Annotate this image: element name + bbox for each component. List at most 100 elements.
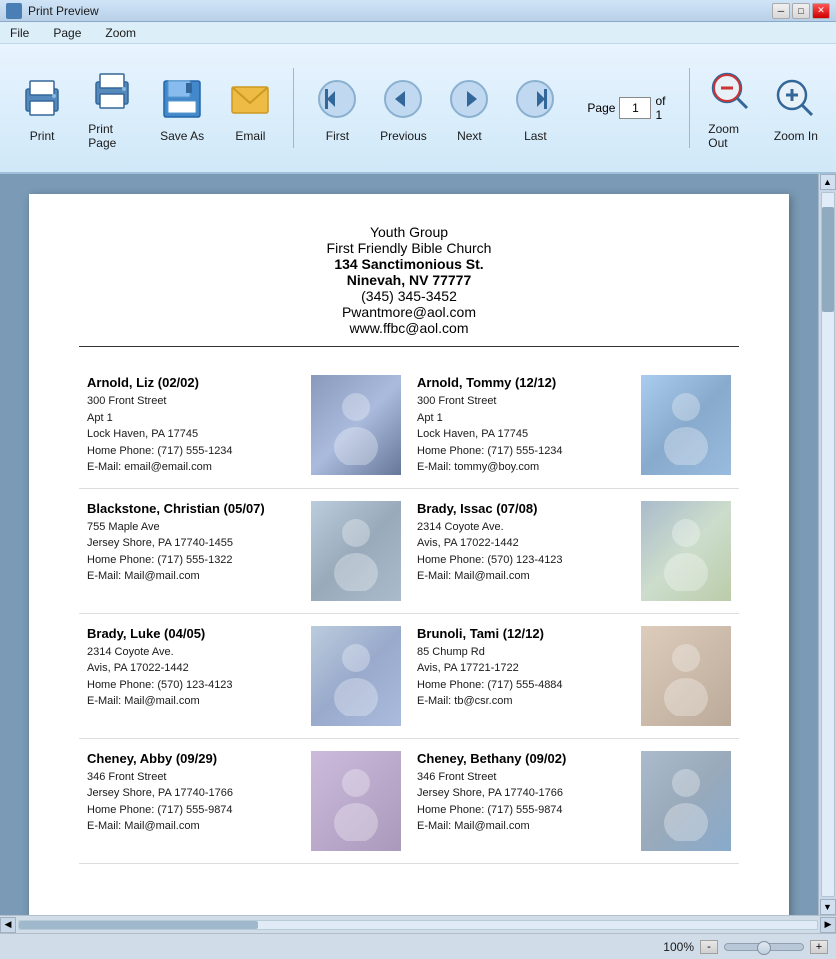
contact-name: Cheney, Abby (09/29) (87, 751, 301, 766)
menu-page[interactable]: Page (49, 24, 85, 42)
previous-label: Previous (380, 129, 427, 143)
status-bar: 100% - + (0, 933, 836, 959)
scroll-left-button[interactable]: ◀ (0, 917, 16, 933)
contact-info: Cheney, Bethany (09/02) 346 Front Street … (417, 751, 631, 851)
page-label: Page (587, 101, 615, 115)
contact-info: Arnold, Liz (02/02)300 Front Street Apt … (87, 375, 301, 476)
menu-bar: File Page Zoom (0, 22, 836, 44)
contact-name: Cheney, Bethany (09/02) (417, 751, 631, 766)
zoom-slider-thumb[interactable] (757, 941, 771, 955)
zoom-level: 100% (663, 940, 694, 954)
window-controls[interactable]: ─ □ ✕ (772, 3, 830, 19)
preview-page: Youth Group First Friendly Bible Church … (29, 194, 789, 915)
org-address: 134 Sanctimonious St. (79, 256, 739, 272)
contact-detail: 2314 Coyote Ave. Avis, PA 17022-1442 Hom… (87, 644, 301, 710)
close-button[interactable]: ✕ (812, 3, 830, 19)
contact-photo (641, 501, 731, 601)
menu-zoom[interactable]: Zoom (101, 24, 140, 42)
print-page-icon (86, 66, 138, 118)
contact-entry: Brady, Issac (07/08) 2314 Coyote Ave. Avi… (409, 489, 739, 614)
print-icon (16, 73, 68, 125)
main-area: Youth Group First Friendly Bible Church … (0, 174, 836, 915)
scroll-track[interactable] (821, 192, 835, 897)
vertical-scrollbar[interactable]: ▲ ▼ (818, 174, 836, 915)
zoom-minus-button[interactable]: - (700, 940, 718, 954)
email-button[interactable]: Email (220, 69, 280, 147)
contact-name: Blackstone, Christian (05/07) (87, 501, 301, 516)
zoom-out-label: Zoom Out (708, 122, 753, 150)
last-button[interactable]: Last (503, 69, 567, 147)
scroll-down-button[interactable]: ▼ (820, 899, 836, 915)
content-scroll[interactable]: Youth Group First Friendly Bible Church … (0, 174, 818, 915)
print-page-label: Print Page (88, 122, 136, 150)
contact-name: Arnold, Tommy (12/12) (417, 375, 631, 390)
contact-entry: Arnold, Tommy (12/12) 300 Front Street Ap… (409, 363, 739, 489)
print-button[interactable]: Print (12, 69, 72, 147)
page-total: of 1 (655, 94, 665, 122)
scroll-up-button[interactable]: ▲ (820, 174, 836, 190)
zoom-in-label: Zoom In (774, 129, 818, 143)
contact-detail: 2314 Coyote Ave. Avis, PA 17022-1442 Hom… (417, 519, 631, 585)
toolbar-separator-2 (689, 68, 690, 148)
contact-detail: 346 Front Street Jersey Shore, PA 17740-… (417, 769, 631, 835)
save-as-button[interactable]: Save As (152, 69, 212, 147)
first-icon (311, 73, 363, 125)
zoom-in-button[interactable]: Zoom In (768, 69, 824, 147)
contact-detail: 85 Chump Rd Avis, PA 17721-1722 Home Pho… (417, 644, 631, 710)
next-button[interactable]: Next (437, 69, 501, 147)
contact-info: Brunoli, Tami (12/12)85 Chump Rd Avis, P… (417, 626, 631, 726)
previous-icon (377, 73, 429, 125)
contact-photo (311, 375, 401, 475)
app-icon (6, 3, 22, 19)
horizontal-scrollbar[interactable]: ◀ ▶ (0, 915, 836, 933)
contact-photo (641, 751, 731, 851)
menu-file[interactable]: File (6, 24, 33, 42)
email-icon (224, 73, 276, 125)
print-page-button[interactable]: Print Page (80, 62, 144, 154)
org-website: www.ffbc@aol.com (79, 320, 739, 336)
contact-photo (641, 375, 731, 475)
scroll-thumb[interactable] (822, 207, 834, 312)
zoom-in-icon (770, 73, 822, 125)
contact-info: Arnold, Tommy (12/12) 300 Front Street Ap… (417, 375, 631, 476)
contact-info: Brady, Issac (07/08) 2314 Coyote Ave. Avi… (417, 501, 631, 601)
print-label: Print (30, 129, 55, 143)
last-label: Last (524, 129, 547, 143)
org-email: Pwantmore@aol.com (79, 304, 739, 320)
contacts-grid: Arnold, Liz (02/02) 300 Front Street Apt … (79, 363, 739, 864)
toolbar: Print Print Page Save As (0, 44, 836, 174)
save-as-icon (156, 73, 208, 125)
contact-photo (311, 626, 401, 726)
save-as-label: Save As (160, 129, 204, 143)
org-phone: (345) 345-3452 (79, 288, 739, 304)
contact-name: Arnold, Liz (02/02) (87, 375, 301, 390)
contact-name: Brady, Issac (07/08) (417, 501, 631, 516)
h-scroll-track[interactable] (18, 920, 818, 930)
restore-button[interactable]: □ (792, 3, 810, 19)
contact-entry: Cheney, Abby (09/29) 346 Front Street Jer… (79, 739, 409, 864)
page-input[interactable]: 1 (619, 97, 651, 119)
contact-detail: 300 Front Street Apt 1 Lock Haven, PA 17… (417, 393, 631, 476)
org-header: Youth Group First Friendly Bible Church … (79, 224, 739, 347)
contact-photo (311, 751, 401, 851)
previous-button[interactable]: Previous (371, 69, 435, 147)
window-title: Print Preview (28, 4, 766, 18)
email-label: Email (235, 129, 265, 143)
zoom-slider[interactable] (724, 943, 804, 951)
next-label: Next (457, 129, 482, 143)
contact-entry: Brunoli, Tami (12/12)85 Chump Rd Avis, P… (409, 614, 739, 739)
contact-photo (641, 626, 731, 726)
zoom-out-icon (705, 66, 757, 118)
first-label: First (326, 129, 349, 143)
scroll-right-button[interactable]: ▶ (820, 917, 836, 933)
contact-info: Brady, Luke (04/05)2314 Coyote Ave. Avis… (87, 626, 301, 726)
contact-detail: 755 Maple Ave Jersey Shore, PA 17740-145… (87, 519, 301, 585)
h-scroll-thumb[interactable] (19, 921, 258, 929)
first-button[interactable]: First (305, 69, 369, 147)
zoom-plus-button[interactable]: + (810, 940, 828, 954)
page-control: Page 1 of 1 (587, 94, 665, 122)
contact-detail: 346 Front Street Jersey Shore, PA 17740-… (87, 769, 301, 835)
minimize-button[interactable]: ─ (772, 3, 790, 19)
org-name: Youth Group (79, 224, 739, 240)
zoom-out-button[interactable]: Zoom Out (702, 62, 759, 154)
